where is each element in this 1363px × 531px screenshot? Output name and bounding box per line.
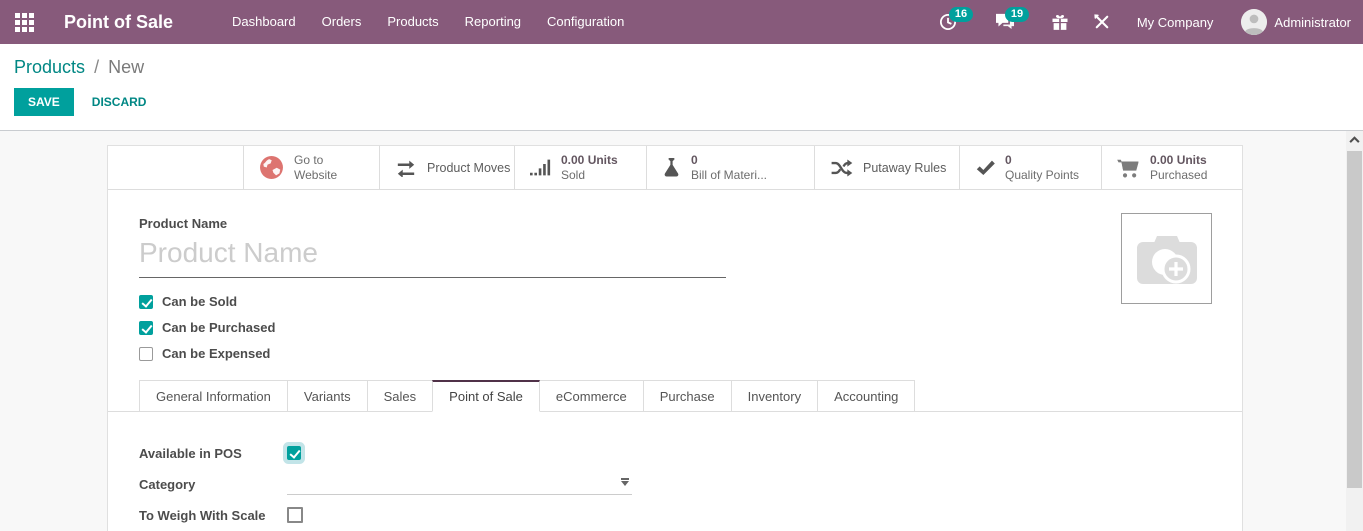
gift-icon [1051,13,1069,31]
flask-icon [662,157,681,178]
bom-label: Bill of Materi... [691,168,767,183]
go-to-website-button[interactable]: Go to Website [243,146,379,189]
form-view: Go to Website Product Moves [0,131,1363,531]
chevron-up-icon [1349,136,1360,143]
globe-icon [259,155,284,180]
tab-point-of-sale[interactable]: Point of Sale [432,380,540,412]
check-icon [975,159,995,177]
avatar [1241,9,1267,35]
available-in-pos-row: Available in POS [139,442,1242,464]
apps-grid-icon [15,13,34,32]
product-name-input[interactable] [139,235,726,278]
message-count-badge: 19 [1005,7,1029,22]
product-moves-button[interactable]: Product Moves [379,146,514,189]
tab-inventory[interactable]: Inventory [731,380,818,412]
tab-sales[interactable]: Sales [367,380,434,412]
to-weigh-row: To Weigh With Scale [139,504,1242,526]
category-select[interactable] [287,473,632,495]
menu-dashboard[interactable]: Dashboard [219,0,309,44]
quality-points-value: 0 [1005,153,1079,168]
rewards-button[interactable] [1039,0,1081,44]
can-be-sold-label: Can be Sold [162,294,237,309]
breadcrumb-products-link[interactable]: Products [14,57,85,77]
can-be-expensed-checkbox[interactable] [139,347,153,361]
discard-button[interactable]: DISCARD [79,89,160,115]
product-moves-label: Product Moves [427,161,510,175]
activities-button[interactable]: 16 [927,0,969,44]
units-purchased-label: Purchased [1150,168,1207,183]
shuffle-icon [830,159,853,177]
bar-chart-icon [530,159,551,176]
sheet-body: Product Name Can be Sold Can be Purchase… [108,190,1242,361]
can-be-expensed-row: Can be Expensed [139,346,1242,361]
to-weigh-checkbox[interactable] [287,507,303,523]
menu-products[interactable]: Products [374,0,451,44]
camera-plus-icon [1135,232,1199,286]
tab-purchase[interactable]: Purchase [643,380,732,412]
shopping-cart-icon [1117,158,1140,178]
putaway-rules-label: Putaway Rules [863,161,946,175]
pos-tab-pane: Available in POS Category To Weigh With … [108,412,1242,526]
quality-points-button[interactable]: 0 Quality Points [959,146,1101,189]
vertical-scrollbar[interactable] [1346,131,1363,531]
user-name: Administrator [1274,15,1351,30]
scrollbar-thumb[interactable] [1347,151,1362,488]
tools-icon [1093,13,1111,31]
app-title[interactable]: Point of Sale [64,12,173,33]
quality-points-label: Quality Points [1005,168,1079,183]
product-image-upload[interactable] [1121,213,1212,304]
can-be-expensed-label: Can be Expensed [162,346,270,361]
tab-variants[interactable]: Variants [287,380,368,412]
go-to-website-label-line1: Go to [294,153,337,168]
exchange-arrows-icon [395,159,417,177]
can-be-purchased-label: Can be Purchased [162,320,275,335]
units-sold-button[interactable]: 0.00 Units Sold [514,146,646,189]
button-box-spacer [108,146,243,189]
caret-down-icon [621,481,629,486]
tab-general-information[interactable]: General Information [139,380,288,412]
units-sold-label: Sold [561,168,618,183]
tab-accounting[interactable]: Accounting [817,380,915,412]
available-in-pos-label: Available in POS [139,446,287,461]
product-name-caption: Product Name [139,216,1242,231]
can-be-sold-row: Can be Sold [139,294,1242,309]
units-sold-value: 0.00 Units [561,153,618,168]
control-panel: Products / New SAVE DISCARD [0,44,1363,131]
can-be-purchased-row: Can be Purchased [139,320,1242,335]
units-purchased-button[interactable]: 0.00 Units Purchased [1101,146,1242,189]
go-to-website-label-line2: Website [294,168,337,183]
menu-configuration[interactable]: Configuration [534,0,637,44]
systray: 16 19 My [927,0,1363,44]
can-be-sold-checkbox[interactable] [139,295,153,309]
user-menu[interactable]: Administrator [1227,9,1351,35]
to-weigh-label: To Weigh With Scale [139,508,287,523]
breadcrumb-separator: / [90,57,103,77]
product-flags: Can be Sold Can be Purchased Can be Expe… [139,294,1242,361]
notebook-tabs: General Information Variants Sales Point… [108,380,1242,412]
available-in-pos-checkbox[interactable] [287,446,301,460]
tab-ecommerce[interactable]: eCommerce [539,380,644,412]
scroll-up-button[interactable] [1346,131,1363,148]
activity-count-badge: 16 [949,7,973,22]
category-label: Category [139,477,287,492]
category-row: Category [139,473,1242,495]
units-purchased-value: 0.00 Units [1150,153,1207,168]
breadcrumb-current: New [108,57,144,77]
developer-tools-button[interactable] [1081,0,1123,44]
apps-menu-button[interactable] [0,0,48,44]
save-button[interactable]: SAVE [14,88,74,116]
putaway-rules-button[interactable]: Putaway Rules [814,146,959,189]
bill-of-materials-button[interactable]: 0 Bill of Materi... [646,146,814,189]
can-be-purchased-checkbox[interactable] [139,321,153,335]
stat-button-box: Go to Website Product Moves [108,146,1242,190]
top-navbar: Point of Sale Dashboard Orders Products … [0,0,1363,44]
breadcrumb: Products / New [14,55,1363,79]
main-menu: Dashboard Orders Products Reporting Conf… [219,0,637,44]
menu-orders[interactable]: Orders [309,0,375,44]
bom-count-value: 0 [691,153,767,168]
messages-button[interactable]: 19 [983,0,1027,44]
menu-reporting[interactable]: Reporting [452,0,534,44]
company-switcher[interactable]: My Company [1123,15,1228,30]
form-sheet: Go to Website Product Moves [107,145,1243,531]
